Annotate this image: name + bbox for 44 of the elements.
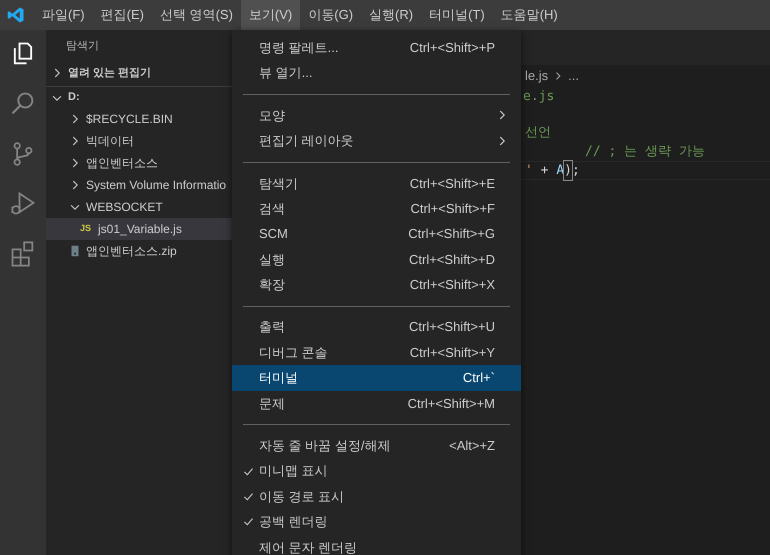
menu-item[interactable]: 자동 줄 바꿈 설정/해제 <Alt>+Z bbox=[232, 433, 521, 458]
menu-item[interactable]: 뷰 열기... bbox=[232, 60, 521, 86]
menu-bar-item[interactable]: 선택 영역(S) bbox=[152, 0, 241, 30]
menu-item[interactable]: 편집기 레이아웃 bbox=[232, 128, 521, 154]
menu-item[interactable]: 실행 Ctrl+<Shift>+D bbox=[232, 246, 521, 272]
menu-bar-item[interactable]: 보기(V) bbox=[240, 0, 300, 30]
code-token: + bbox=[540, 162, 550, 180]
app-logo-icon bbox=[7, 6, 25, 24]
menu-item[interactable]: 디버그 콘솔 Ctrl+<Shift>+Y bbox=[232, 340, 521, 366]
code-token: ' bbox=[525, 162, 533, 180]
code-token: ; bbox=[572, 162, 580, 180]
section-header[interactable]: D: bbox=[68, 89, 80, 106]
menu-bar-item[interactable]: 터미널(T) bbox=[421, 0, 493, 30]
menu-item[interactable]: 터미널 Ctrl+` bbox=[232, 365, 521, 391]
code-token: ) bbox=[564, 160, 572, 180]
menu-item[interactable]: 공백 렌더링 bbox=[232, 509, 521, 535]
menu-item[interactable]: 확장 Ctrl+<Shift>+X bbox=[232, 272, 521, 298]
breadcrumb-item[interactable]: le.js bbox=[525, 66, 548, 86]
tree-item-label[interactable]: WEBSOCKET bbox=[86, 198, 163, 216]
menu-item[interactable]: 모양 bbox=[232, 102, 521, 128]
code-token: // ; 는 생략 가능 bbox=[585, 142, 705, 161]
menu-bar-item[interactable]: 도움말(H) bbox=[492, 0, 566, 30]
tree-item-label[interactable]: js01_Variable.js bbox=[98, 220, 182, 238]
section-header[interactable]: 열려 있는 편집기 bbox=[68, 64, 152, 82]
menu-bar-item[interactable]: 파일(F) bbox=[34, 0, 93, 30]
menu-item[interactable]: 명령 팔레트... Ctrl+<Shift>+P bbox=[232, 35, 521, 60]
breadcrumb-item[interactable]: ... bbox=[568, 66, 579, 86]
menu-bar-item[interactable]: 편집(E) bbox=[92, 0, 152, 30]
menu-item[interactable]: 제어 문자 렌더링 bbox=[232, 534, 521, 555]
tree-item-label[interactable]: $RECYCLE.BIN bbox=[86, 110, 173, 128]
menu-item[interactable]: 이동 경로 표시 bbox=[232, 484, 521, 510]
menu-item[interactable]: 문제 Ctrl+<Shift>+M bbox=[232, 390, 521, 416]
js-file-icon: JS bbox=[80, 222, 94, 236]
code-token: e.js bbox=[523, 88, 554, 106]
menu-item[interactable]: 미니맵 표시 bbox=[232, 458, 521, 484]
sidebar-title: 탐색기 bbox=[65, 38, 99, 54]
menu-bar-item[interactable]: 실행(R) bbox=[361, 0, 422, 30]
code-token: 선언 bbox=[525, 124, 551, 142]
tree-item-label[interactable]: 앱인벤터소스.zip bbox=[86, 242, 177, 260]
menu-bar-item[interactable]: 이동(G) bbox=[300, 0, 362, 30]
menu-item[interactable]: 출력 Ctrl+<Shift>+U bbox=[232, 314, 521, 340]
tree-item-label[interactable]: 빅데이터 bbox=[86, 132, 134, 150]
tree-item-label[interactable]: 앱인벤터소스 bbox=[86, 154, 158, 172]
tree-item-label[interactable]: System Volume Informatio bbox=[86, 176, 226, 194]
